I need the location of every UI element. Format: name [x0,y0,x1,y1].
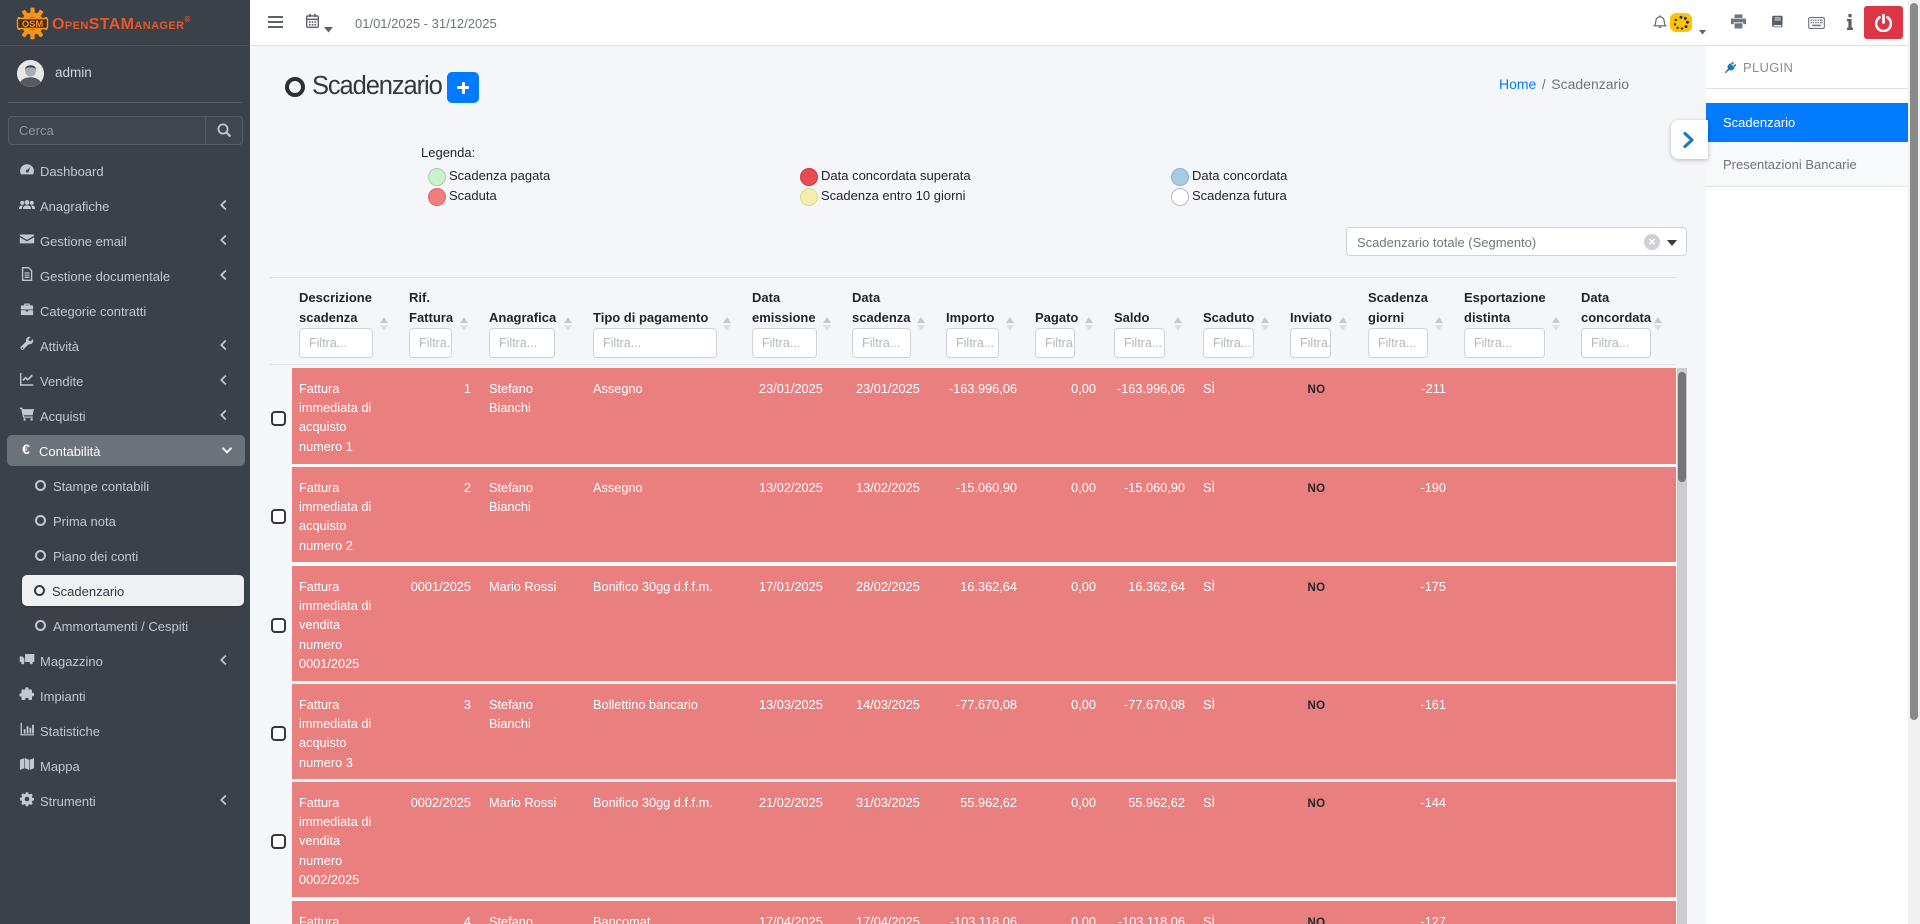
svg-text:€: € [22,441,30,457]
